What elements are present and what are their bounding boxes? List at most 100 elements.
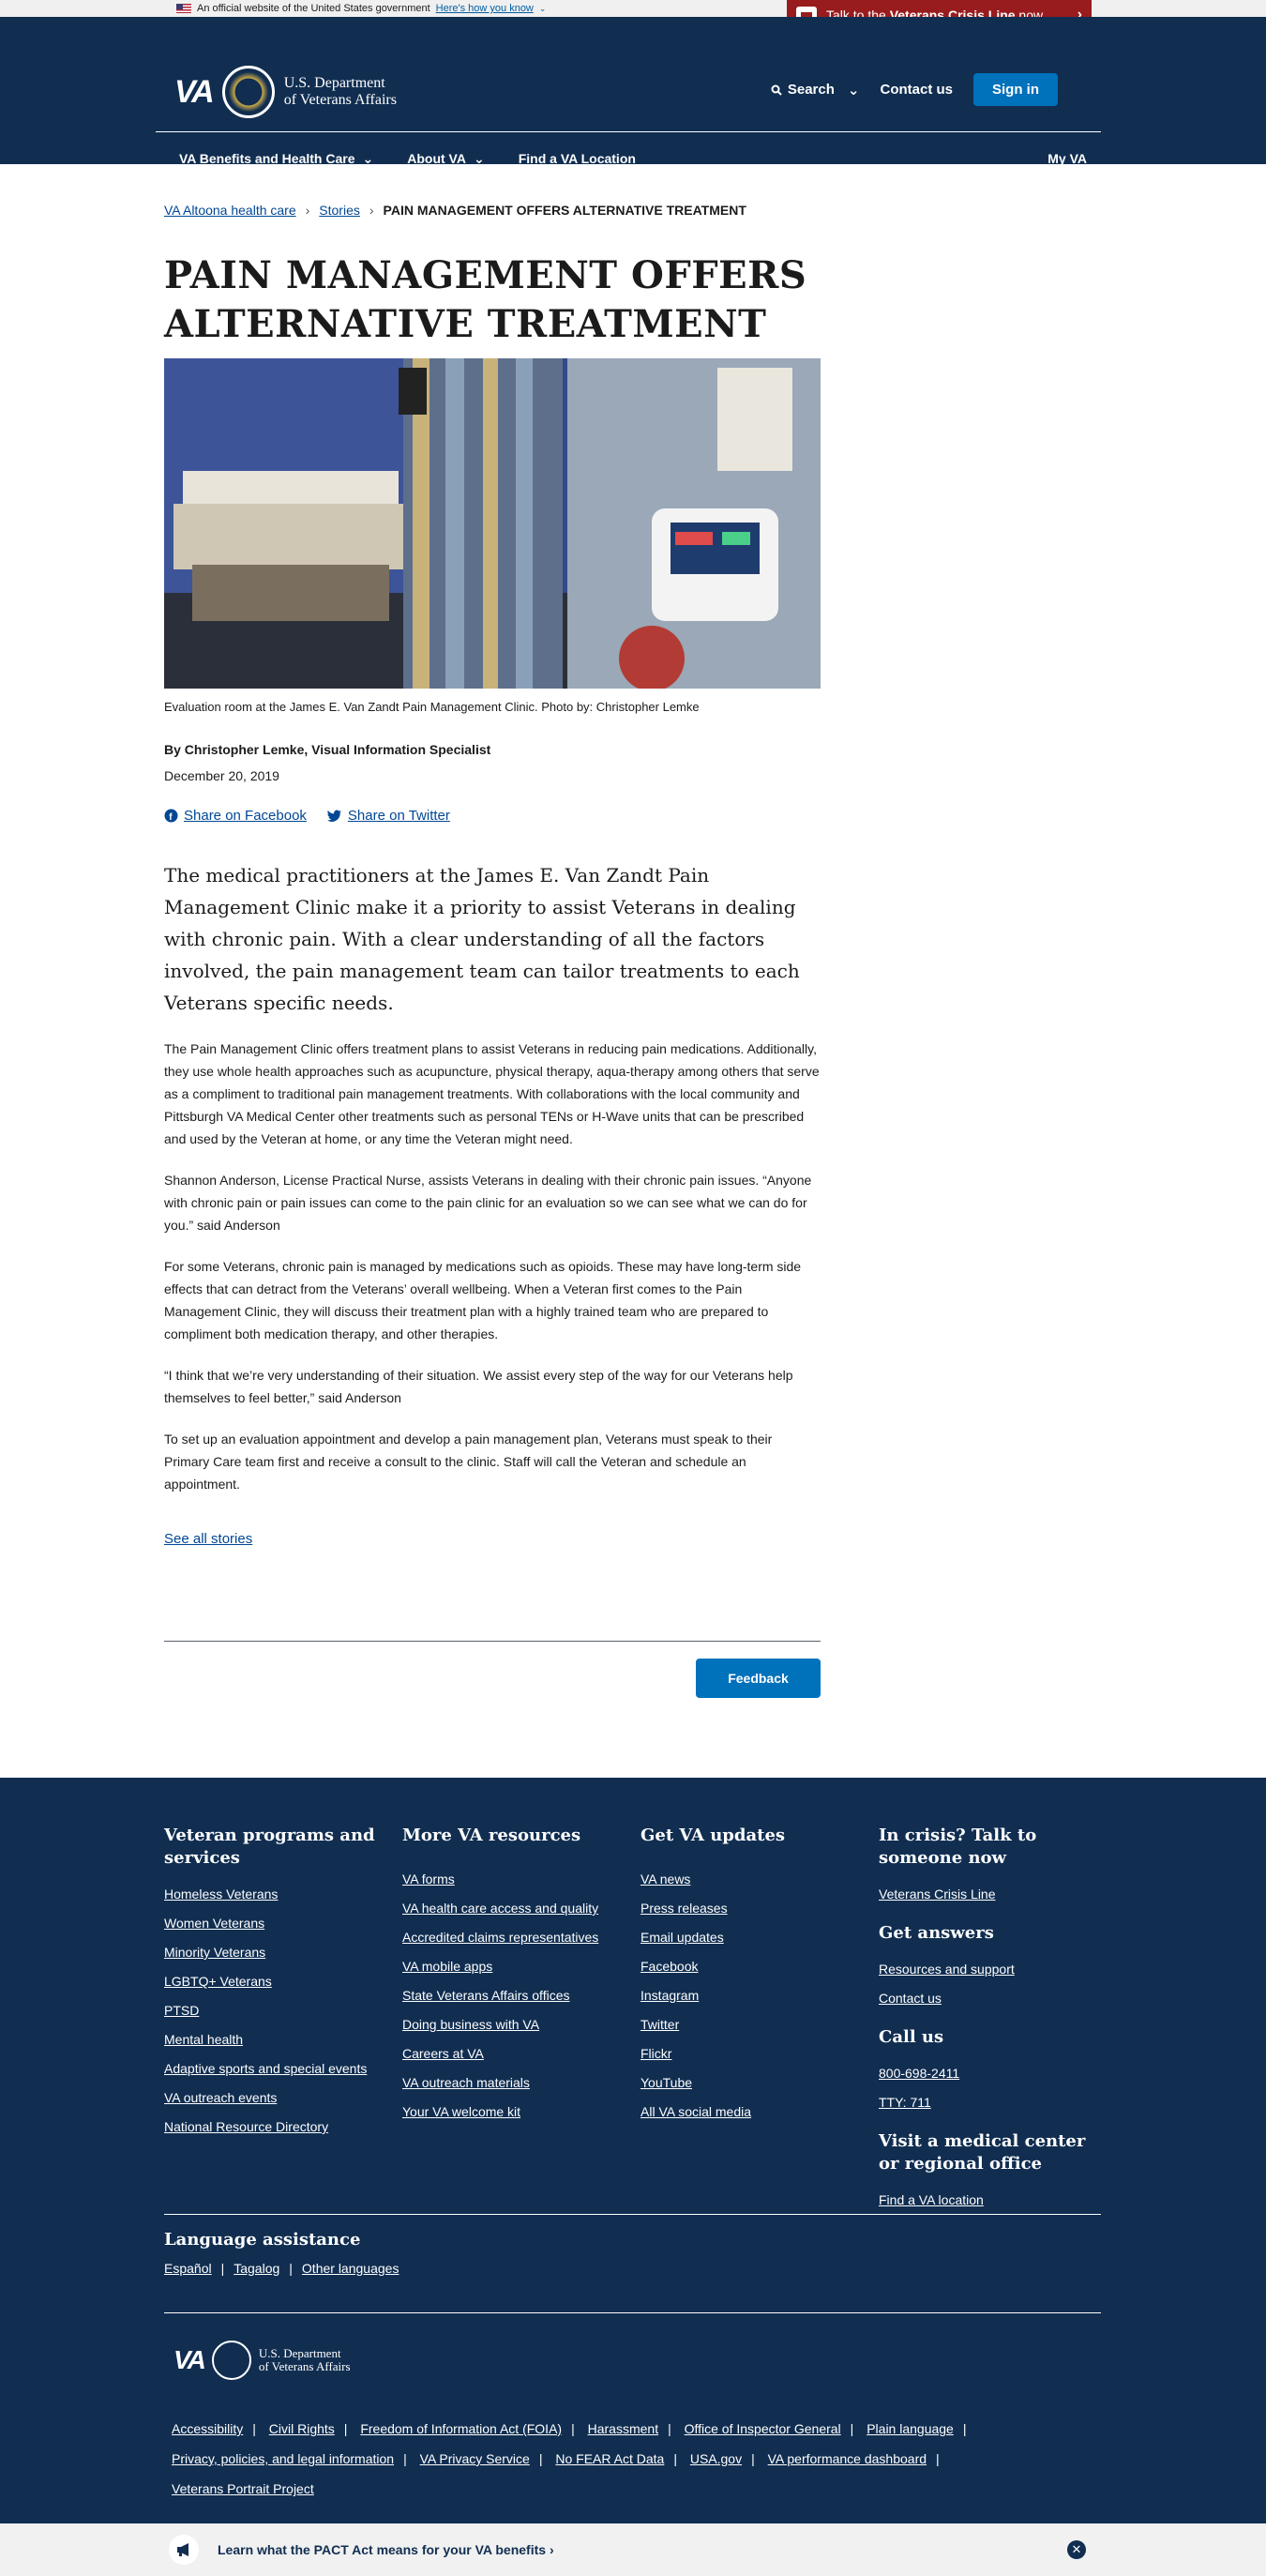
site-header: VA U.S. Department of Veterans Affairs Se… bbox=[0, 17, 1266, 166]
footer-link[interactable]: Adaptive sports and special events bbox=[164, 2061, 389, 2076]
legal-link[interactable]: USA.gov bbox=[690, 2451, 742, 2466]
share-facebook-link[interactable]: Share on Facebook bbox=[184, 808, 307, 824]
sign-in-button[interactable]: Sign in bbox=[973, 73, 1058, 106]
footer-heading: In crisis? Talk to someone now bbox=[879, 1826, 1037, 1868]
feedback-button[interactable]: Feedback bbox=[696, 1659, 821, 1698]
byline: By Christopher Lemke, Visual Information… bbox=[164, 742, 491, 757]
footer-link[interactable]: Email updates bbox=[641, 1930, 866, 1945]
nav-find-location[interactable]: Find a VA Location bbox=[519, 151, 636, 166]
official-text: An official website of the United States… bbox=[197, 3, 430, 14]
share-twitter[interactable]: Share on Twitter bbox=[326, 808, 450, 824]
footer-heading: Get VA updates bbox=[641, 1826, 786, 1845]
footer-link[interactable]: All VA social media bbox=[641, 2104, 866, 2119]
footer-link[interactable]: State Veterans Affairs offices bbox=[402, 1988, 627, 2003]
crisis-line-footer-link[interactable]: Veterans Crisis Line bbox=[879, 1887, 1104, 1902]
separator: | bbox=[289, 2261, 293, 2276]
legal-link[interactable]: Civil Rights bbox=[269, 2421, 335, 2436]
footer-heading: Visit a medical center or regional offic… bbox=[879, 2131, 1086, 2174]
header-utility: Search ⌄ Contact us Sign in bbox=[771, 73, 1058, 106]
footer-link[interactable]: VA outreach events bbox=[164, 2090, 389, 2105]
footer-link[interactable]: Homeless Veterans bbox=[164, 1887, 389, 1902]
tty-link[interactable]: TTY: 711 bbox=[879, 2095, 1104, 2110]
footer-link[interactable]: Instagram bbox=[641, 1988, 866, 2003]
footer-link[interactable]: PTSD bbox=[164, 2003, 389, 2018]
article-paragraph: For some Veterans, chronic pain is manag… bbox=[164, 1259, 802, 1341]
legal-link[interactable]: VA Privacy Service bbox=[420, 2451, 530, 2466]
footer-link[interactable]: Contact us bbox=[879, 1991, 1104, 2006]
footer-link[interactable]: Women Veterans bbox=[164, 1916, 389, 1931]
department-name: U.S. Department of Veterans Affairs bbox=[258, 2346, 351, 2373]
legal-link[interactable]: Veterans Portrait Project bbox=[172, 2481, 314, 2496]
lang-tagalog[interactable]: Tagalog bbox=[234, 2261, 279, 2276]
search-button[interactable]: Search ⌄ bbox=[771, 82, 860, 98]
content-divider bbox=[164, 1641, 821, 1642]
us-flag-icon bbox=[176, 4, 191, 13]
footer-link[interactable]: Press releases bbox=[641, 1901, 866, 1916]
footer-link[interactable]: Facebook bbox=[641, 1959, 866, 1974]
nav-about[interactable]: About VA ⌄ bbox=[407, 151, 484, 167]
footer-link[interactable]: Resources and support bbox=[879, 1962, 1104, 1977]
footer-link[interactable]: National Resource Directory bbox=[164, 2119, 389, 2134]
footer-va-logo[interactable]: VA U.S. Department of Veterans Affairs bbox=[173, 2341, 351, 2380]
breadcrumb-stories[interactable]: Stories bbox=[319, 203, 360, 218]
article-paragraph: “I think that we’re very understanding o… bbox=[164, 1368, 793, 1405]
article-paragraph: To set up an evaluation appointment and … bbox=[164, 1432, 773, 1492]
footer-link[interactable]: VA health care access and quality bbox=[402, 1901, 627, 1916]
legal-link[interactable]: Freedom of Information Act (FOIA) bbox=[360, 2421, 562, 2436]
footer-heading: Call us bbox=[879, 2027, 944, 2047]
breadcrumb-separator: › bbox=[305, 203, 310, 218]
footer-link[interactable]: LGBTQ+ Veterans bbox=[164, 1974, 389, 1989]
lang-other[interactable]: Other languages bbox=[302, 2261, 399, 2276]
legal-link[interactable]: Office of Inspector General bbox=[685, 2421, 841, 2436]
nav-my-va[interactable]: My VA bbox=[1047, 151, 1087, 166]
legal-link[interactable]: Harassment bbox=[588, 2421, 658, 2436]
phone-link[interactable]: 800-698-2411 bbox=[879, 2066, 1104, 2081]
footer-link[interactable]: VA mobile apps bbox=[402, 1959, 627, 1974]
legal-link[interactable]: VA performance dashboard bbox=[768, 2451, 927, 2466]
footer-link[interactable]: Minority Veterans bbox=[164, 1945, 389, 1960]
close-icon[interactable]: ✕ bbox=[1067, 2540, 1086, 2559]
pact-act-link[interactable]: Learn what the PACT Act means for your V… bbox=[218, 2542, 554, 2557]
footer-link[interactable]: Doing business with VA bbox=[402, 2017, 627, 2032]
va-logo[interactable]: VA U.S. Department of Veterans Affairs bbox=[174, 66, 397, 118]
footer-link[interactable]: Accredited claims representatives bbox=[402, 1930, 627, 1945]
footer-col-updates: Get VA updates VA news Press releases Em… bbox=[641, 1825, 866, 2133]
contact-us-link[interactable]: Contact us bbox=[880, 82, 953, 98]
chevron-down-icon[interactable]: ⌄ bbox=[539, 4, 547, 14]
share-facebook[interactable]: f Share on Facebook bbox=[164, 808, 307, 824]
footer-link[interactable]: YouTube bbox=[641, 2075, 866, 2090]
how-you-know-link[interactable]: Here's how you know bbox=[436, 3, 534, 14]
legal-link[interactable]: Privacy, policies, and legal information bbox=[172, 2451, 394, 2466]
share-links: f Share on Facebook Share on Twitter bbox=[164, 808, 821, 824]
footer-link[interactable]: VA outreach materials bbox=[402, 2075, 627, 2090]
breadcrumb-altoona[interactable]: VA Altoona health care bbox=[164, 203, 296, 218]
hero-image bbox=[164, 358, 821, 689]
footer-link[interactable]: Careers at VA bbox=[402, 2046, 627, 2061]
footer-link[interactable]: Your VA welcome kit bbox=[402, 2104, 627, 2119]
va-seal-icon bbox=[211, 2341, 251, 2380]
footer-link[interactable]: Twitter bbox=[641, 2017, 866, 2032]
search-icon bbox=[771, 84, 782, 96]
footer-link[interactable]: Mental health bbox=[164, 2032, 389, 2047]
language-heading: Language assistance bbox=[164, 2230, 361, 2250]
find-location-link[interactable]: Find a VA location bbox=[879, 2192, 1104, 2207]
nav-benefits[interactable]: VA Benefits and Health Care ⌄ bbox=[179, 151, 373, 167]
chevron-down-icon: ⌄ bbox=[362, 150, 374, 166]
search-label: Search bbox=[787, 82, 835, 98]
publish-date: December 20, 2019 bbox=[164, 768, 279, 783]
footer-link[interactable]: Flickr bbox=[641, 2046, 866, 2061]
legal-link[interactable]: No FEAR Act Data bbox=[555, 2451, 664, 2466]
chevron-down-icon: ⌄ bbox=[847, 82, 860, 98]
main-nav: VA Benefits and Health Care ⌄ About VA ⌄ F… bbox=[156, 132, 1101, 185]
footer-link[interactable]: VA forms bbox=[402, 1871, 627, 1887]
footer-heading: Veteran programs and services bbox=[164, 1826, 375, 1868]
legal-link[interactable]: Plain language bbox=[867, 2421, 954, 2436]
lang-espanol[interactable]: Español bbox=[164, 2261, 212, 2276]
footer-link[interactable]: VA news bbox=[641, 1871, 866, 1887]
see-all-stories-link[interactable]: See all stories bbox=[164, 1531, 252, 1547]
pact-act-banner: Learn what the PACT Act means for your V… bbox=[0, 2523, 1266, 2576]
legal-link[interactable]: Accessibility bbox=[172, 2421, 243, 2436]
article-paragraph: Shannon Anderson, License Practical Nurs… bbox=[164, 1173, 812, 1233]
department-name: U.S. Department of Veterans Affairs bbox=[283, 75, 397, 108]
share-twitter-link[interactable]: Share on Twitter bbox=[348, 808, 450, 824]
